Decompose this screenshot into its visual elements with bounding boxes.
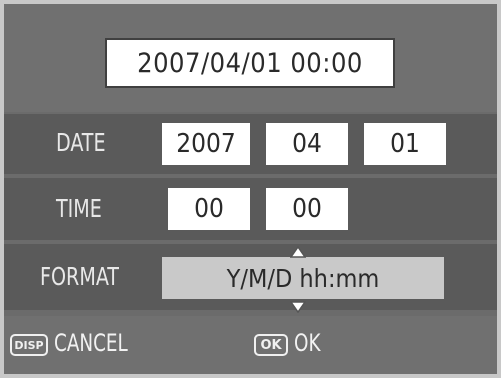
- month-field[interactable]: 04: [266, 123, 348, 165]
- camera-screen: 2007/04/01 00:00 DATE 2007 04 01 TIME 00…: [4, 4, 497, 374]
- datetime-preview: 2007/04/01 00:00: [105, 38, 395, 88]
- cancel-label[interactable]: CANCEL: [54, 329, 128, 357]
- day-field[interactable]: 01: [364, 123, 446, 165]
- disp-button-icon[interactable]: DISP: [10, 334, 48, 356]
- format-field[interactable]: Y/M/D hh:mm: [162, 257, 444, 299]
- time-row: TIME 00 00: [4, 178, 497, 240]
- ok-button-icon[interactable]: OK: [254, 334, 288, 356]
- soft-key-bar: DISP CANCEL OK OK: [4, 316, 497, 374]
- ok-label[interactable]: OK: [294, 329, 320, 357]
- time-label: TIME: [56, 194, 102, 223]
- up-arrow-icon[interactable]: [290, 246, 306, 258]
- year-field[interactable]: 2007: [162, 123, 250, 165]
- hour-field[interactable]: 00: [168, 188, 250, 230]
- down-arrow-icon[interactable]: [290, 301, 306, 313]
- date-label: DATE: [56, 128, 106, 157]
- format-label: FORMAT: [40, 262, 119, 291]
- date-row: DATE 2007 04 01: [4, 114, 497, 174]
- minute-field[interactable]: 00: [266, 188, 348, 230]
- preview-area: 2007/04/01 00:00: [4, 4, 497, 112]
- format-row: FORMAT Y/M/D hh:mm: [4, 244, 497, 313]
